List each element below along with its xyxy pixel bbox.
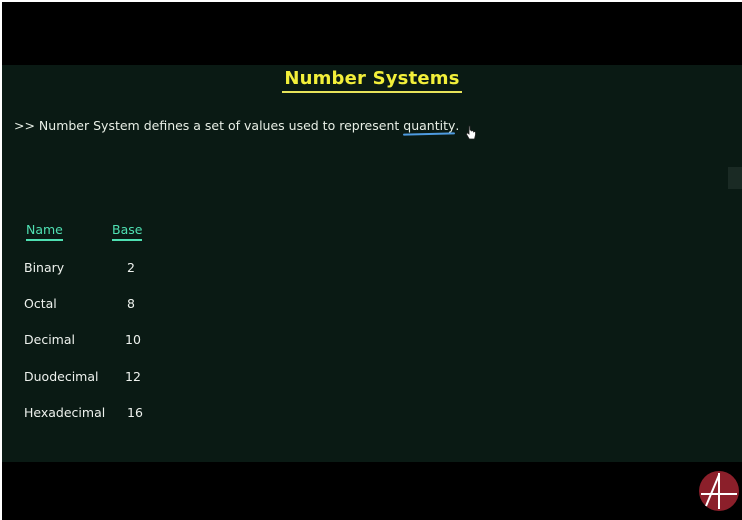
system-base: 16: [127, 405, 143, 420]
channel-logo-icon: [699, 471, 739, 511]
page-title: Number Systems: [2, 68, 742, 93]
system-name: Hexadecimal: [24, 405, 106, 420]
definition-text: >> Number System defines a set of values…: [14, 118, 460, 133]
system-name: Decimal: [24, 332, 75, 347]
system-name: Octal: [24, 296, 57, 311]
system-name: Duodecimal: [24, 369, 99, 384]
system-base: 8: [127, 296, 135, 311]
hand-pointer-icon: [465, 125, 476, 140]
column-header-base: Base: [112, 222, 143, 241]
system-base: 10: [125, 332, 141, 347]
keyword-quantity: quantity: [403, 118, 456, 133]
system-base: 12: [125, 369, 141, 384]
system-base: 2: [127, 260, 135, 275]
video-frame: Number Systems >> Number System defines …: [2, 2, 742, 520]
side-scroll-tab[interactable]: [728, 167, 742, 189]
column-header-name: Name: [26, 222, 63, 241]
video-bottom-bar: [2, 462, 742, 520]
system-name: Binary: [24, 260, 65, 275]
chalkboard: Number Systems >> Number System defines …: [2, 65, 742, 462]
